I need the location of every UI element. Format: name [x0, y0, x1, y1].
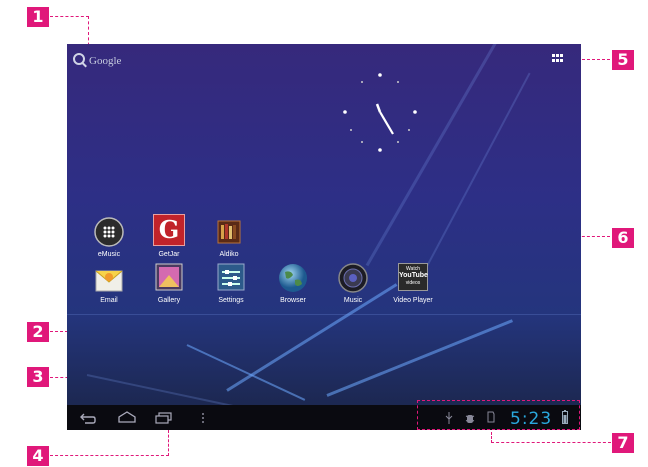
- app-label-settings: Settings: [218, 297, 244, 304]
- email-icon: [95, 270, 123, 292]
- wallpaper-streak: [326, 319, 513, 397]
- app-label-music: Music: [343, 297, 363, 304]
- home-icon[interactable]: [117, 411, 137, 423]
- search-label: Google: [89, 55, 122, 67]
- menu-icon[interactable]: [201, 412, 205, 424]
- analog-clock-icon[interactable]: [335, 70, 425, 160]
- back-icon[interactable]: [79, 412, 97, 424]
- gallery-icon: [155, 263, 183, 291]
- getjar-icon: G: [153, 214, 185, 246]
- callout-4-leader: [50, 430, 169, 456]
- callout-2: 2: [27, 322, 49, 342]
- status-area-highlight: [417, 400, 580, 430]
- app-label-aldiko: Aldiko: [219, 251, 239, 258]
- app-label-emusic: eMusic: [97, 251, 121, 258]
- youtube-icon-bottom: videos: [405, 280, 421, 286]
- music-speaker-icon: [338, 263, 368, 293]
- callout-1: 1: [27, 7, 49, 27]
- app-label-video-player: Video Player: [393, 297, 433, 304]
- youtube-video-icon: Watch YouTube videos: [398, 263, 428, 291]
- callout-6: 6: [612, 228, 634, 248]
- callout-5: 5: [612, 50, 634, 70]
- all-apps-button[interactable]: [552, 54, 564, 63]
- search-icon: [73, 53, 85, 65]
- recent-apps-icon[interactable]: [155, 412, 173, 424]
- app-label-email: Email: [100, 297, 118, 304]
- emusic-icon: [94, 217, 124, 247]
- callout-3: 3: [27, 367, 49, 387]
- browser-globe-icon: [279, 264, 307, 292]
- youtube-icon-brand: YouTube: [399, 272, 428, 279]
- callout-7-leader: [491, 432, 611, 443]
- google-search-bar[interactable]: Google: [73, 53, 121, 67]
- settings-icon: [217, 263, 245, 291]
- callout-7: 7: [612, 433, 634, 453]
- app-label-getjar: GetJar: [158, 251, 180, 258]
- app-label-gallery: Gallery: [157, 297, 181, 304]
- wallpaper-streak: [67, 314, 581, 315]
- aldiko-icon: [217, 220, 241, 244]
- wallpaper-streak: [416, 72, 531, 286]
- app-label-browser: Browser: [280, 297, 306, 304]
- wallpaper-streak: [86, 374, 244, 410]
- tablet-home-screen: Google eMusic G GetJar Aldiko Email Gall…: [67, 44, 581, 430]
- callout-4: 4: [27, 446, 49, 466]
